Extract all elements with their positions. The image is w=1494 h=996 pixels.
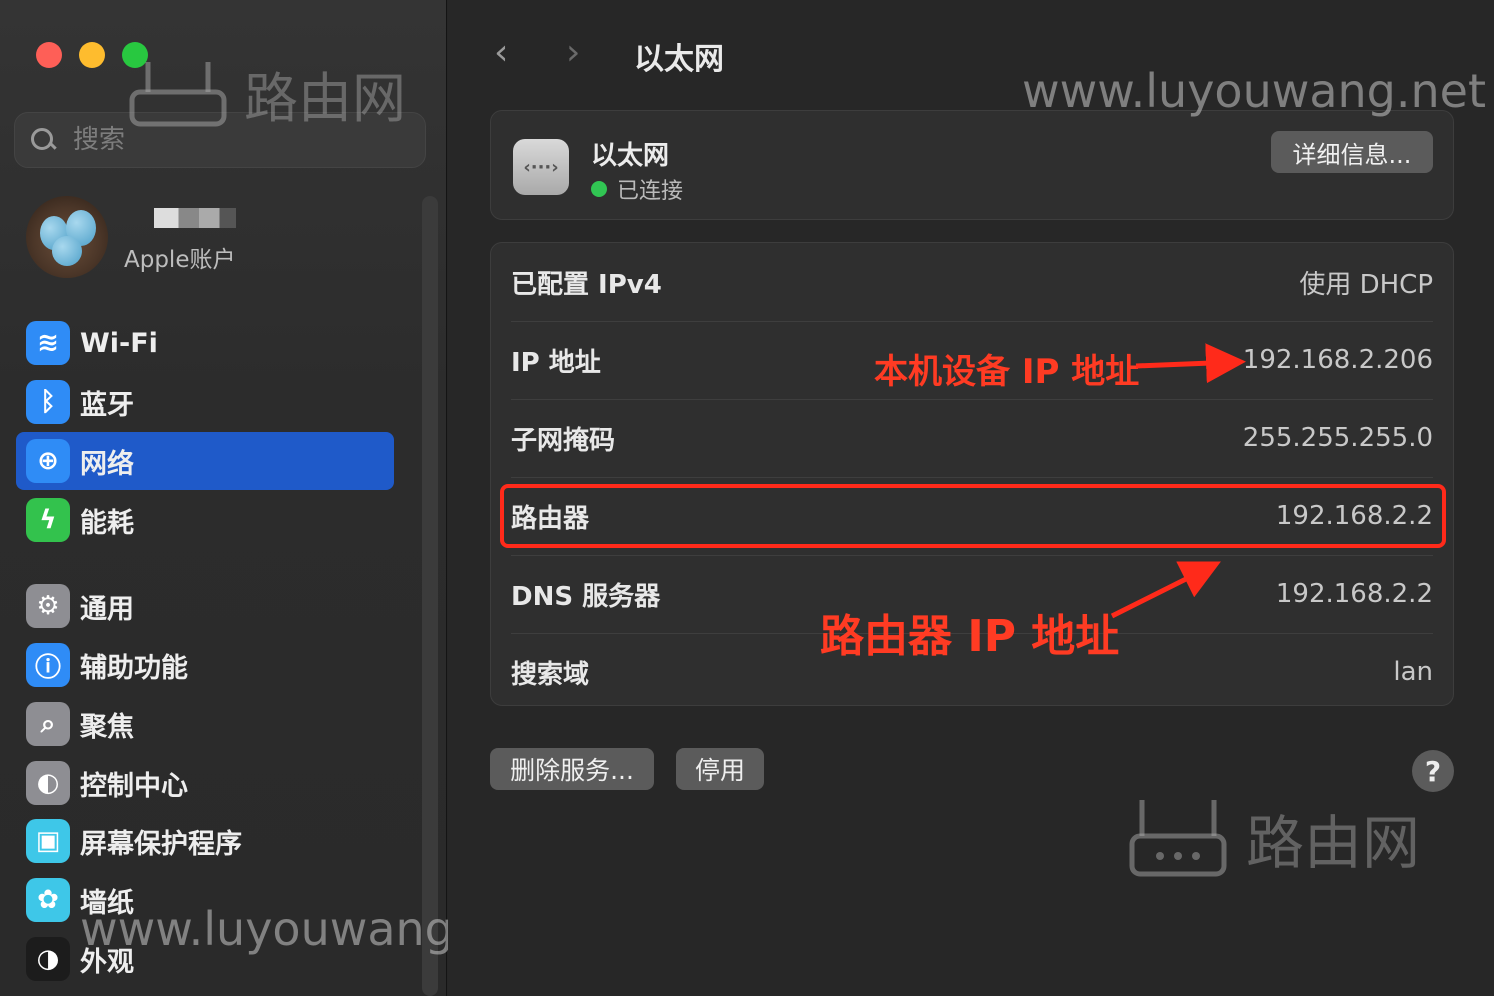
- annotation-arrows: [1110, 343, 1246, 619]
- arrow-to-router: [1110, 561, 1221, 619]
- settings-window: Apple账户 ≋Wi-Fiᛒ蓝牙⊕网络ϟ能耗⚙通用ⓘ辅助功能⌕聚焦◐控制中心▣…: [0, 0, 1494, 996]
- arrow-to-ip: [1135, 343, 1246, 384]
